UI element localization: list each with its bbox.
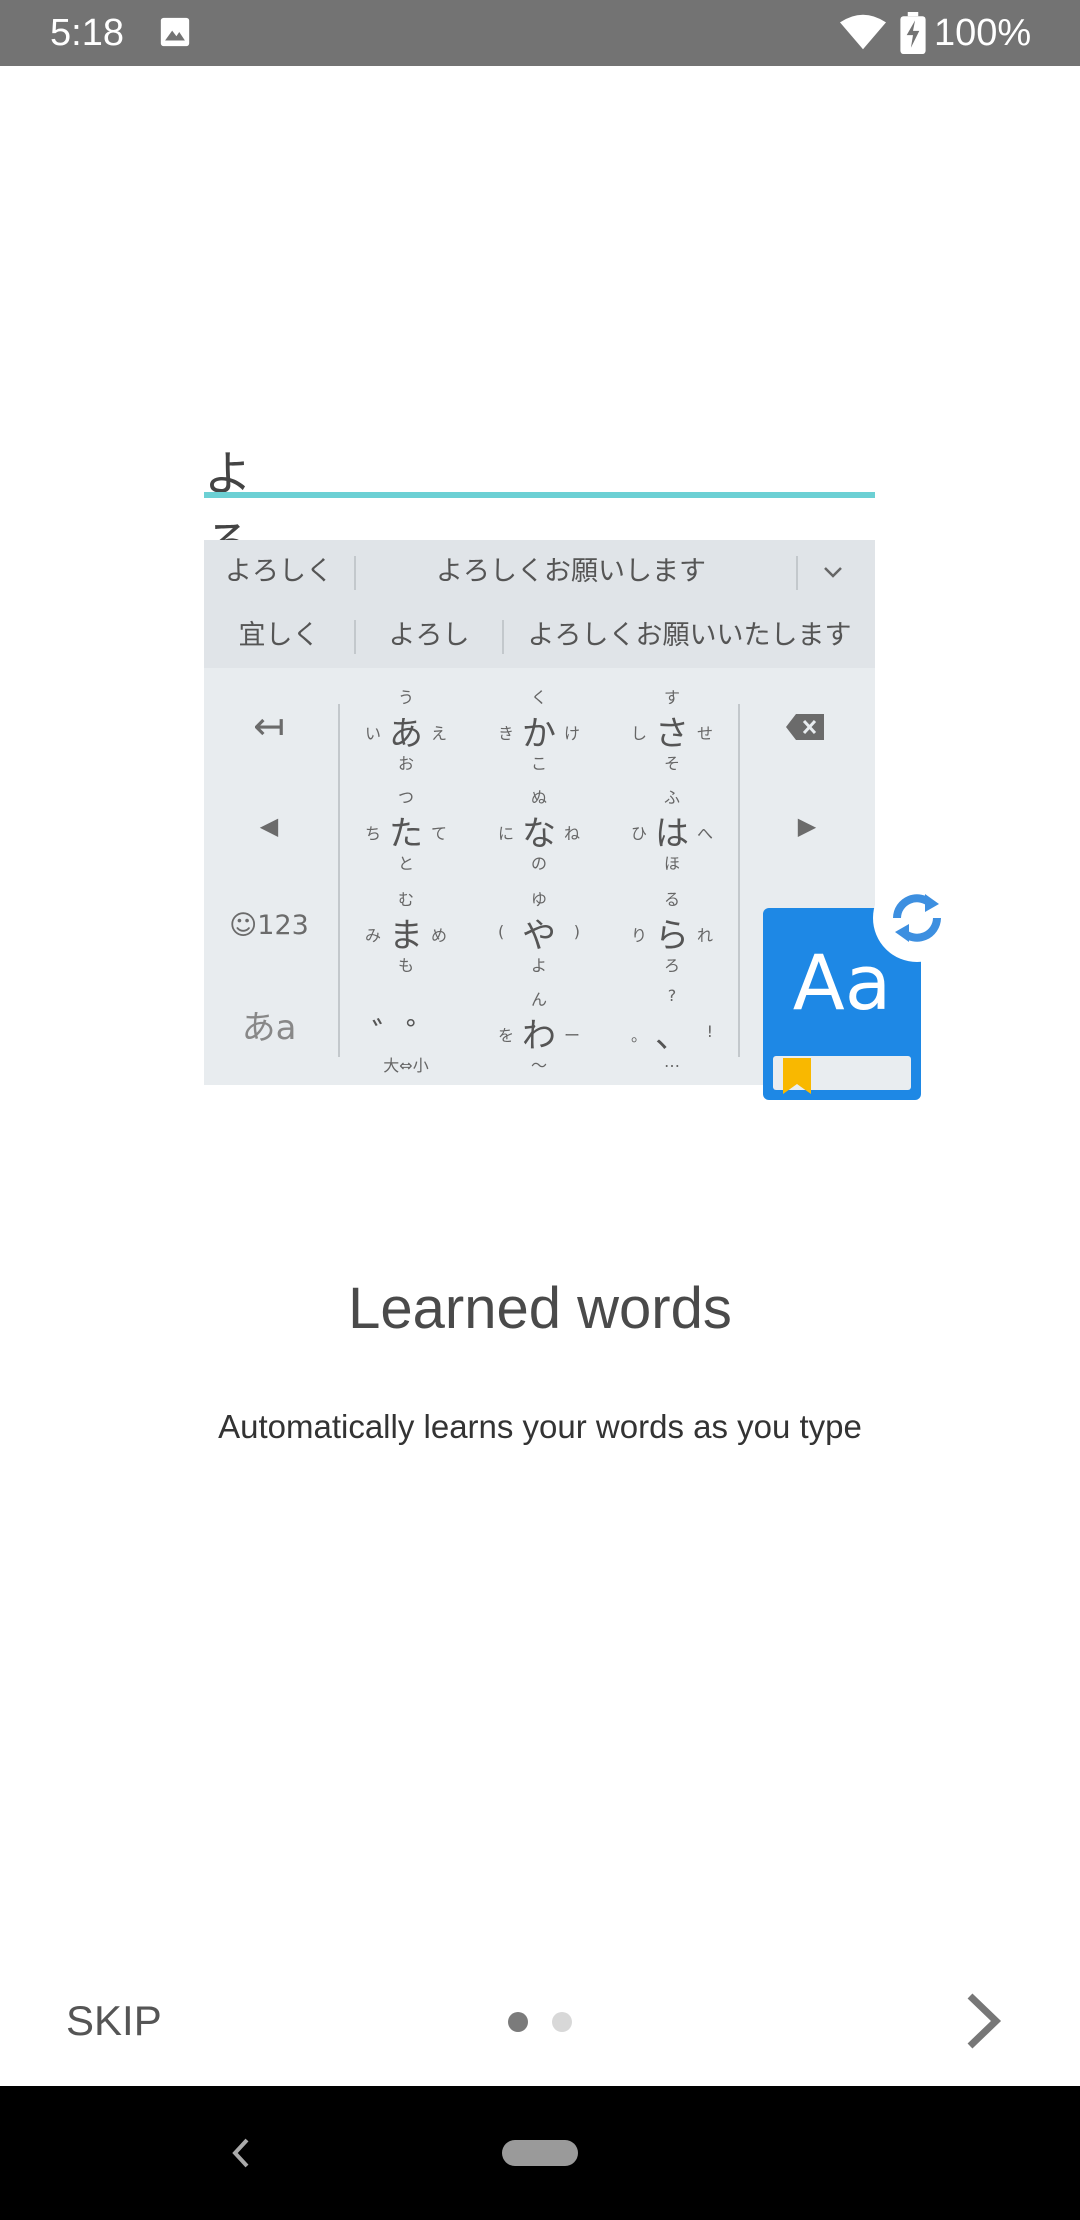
input-underline xyxy=(204,492,875,498)
kana-key: くき かけ こ xyxy=(498,688,580,773)
candidate: よろしく xyxy=(225,556,333,587)
image-icon xyxy=(160,17,190,47)
kana-key: ぬに なね の xyxy=(498,788,580,873)
candidate: 宜しく xyxy=(238,620,320,651)
kana-toggle-key: あa xyxy=(241,1008,297,1048)
chevron-down-icon xyxy=(824,567,842,578)
candidate: よろしくお願いします xyxy=(436,556,706,587)
home-button[interactable] xyxy=(502,2140,578,2166)
cursor-right-key: ▶ xyxy=(797,812,817,840)
kana-key: んを わー 〜 xyxy=(498,990,580,1075)
kana-key: つち たて と xyxy=(365,788,447,873)
kana-key: ゆ( や) よ xyxy=(498,890,580,975)
candidate: よろし xyxy=(388,620,470,651)
emoji-number-key: ☺123 xyxy=(229,910,309,941)
candidate-row-1: よろしく よろしくお願いします xyxy=(204,540,875,604)
kana-key: ふひ はへ ほ xyxy=(631,788,713,873)
kana-key: るり られ ろ xyxy=(631,890,713,975)
page-indicator-dot-active xyxy=(508,2012,528,2032)
bookmark-icon xyxy=(783,1058,811,1094)
back-icon[interactable] xyxy=(225,2126,255,2180)
wifi-icon xyxy=(840,14,886,50)
battery-charging-icon xyxy=(900,12,926,54)
candidate: よろしくお願いいたします xyxy=(527,620,852,651)
page-indicator-dot xyxy=(552,2012,572,2032)
kana-key: むみ まめ も xyxy=(365,890,447,975)
status-time: 5:18 xyxy=(50,12,124,54)
page-subtitle: Automatically learns your words as you t… xyxy=(218,1408,862,1445)
kana-key: ゛゜ 大⇔小 xyxy=(372,1016,440,1075)
sync-icon xyxy=(873,874,961,962)
navigation-bar xyxy=(0,2086,1080,2220)
backspace-icon xyxy=(786,714,824,740)
battery-percent: 100% xyxy=(934,12,1032,54)
page-title: Learned words xyxy=(348,1276,732,1341)
next-chevron-icon[interactable] xyxy=(960,1990,1010,2052)
kana-key: ?。 、! … xyxy=(631,986,713,1071)
kana-key: すし させ そ xyxy=(631,688,713,773)
skip-button[interactable]: SKIP xyxy=(66,1997,162,2045)
undo-key: ↤ xyxy=(253,704,285,748)
kana-key: うい あえ お xyxy=(365,688,447,773)
status-bar: 5:18 100% xyxy=(0,0,1080,66)
candidate-row-2: 宜しく よろし よろしくお願いいたします xyxy=(204,604,875,668)
cursor-left-key: ◀ xyxy=(259,812,279,840)
